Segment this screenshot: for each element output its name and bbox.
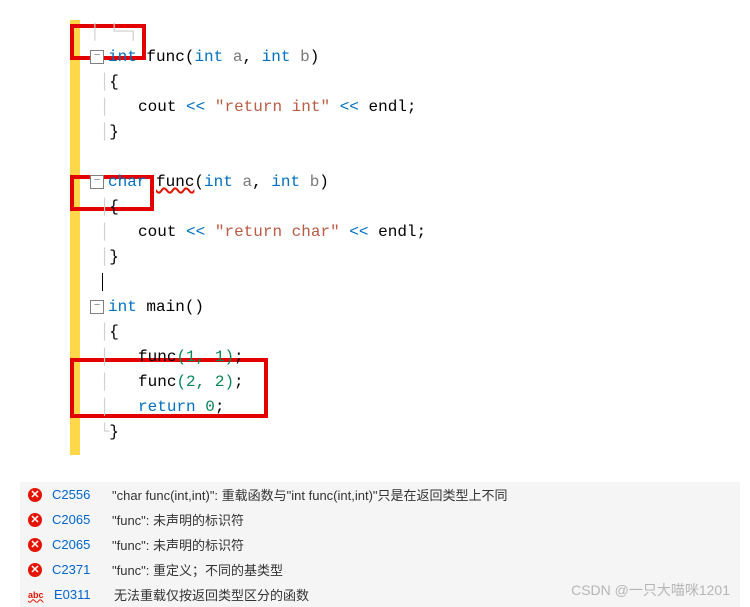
error-message: "func": 未声明的标识符: [112, 510, 244, 529]
code-line: └}: [90, 420, 750, 445]
fold-icon[interactable]: −: [90, 50, 104, 64]
code-line: │ func(1, 1);: [90, 345, 750, 370]
code-line: │ return 0;: [90, 395, 750, 420]
error-icon: ✕: [28, 488, 42, 502]
code-line: −int main(): [90, 295, 750, 320]
code-line: │ func(2, 2);: [90, 370, 750, 395]
code-line: │{: [90, 195, 750, 220]
error-icon: ✕: [28, 513, 42, 527]
code-line: │ cout << "return int" << endl;: [90, 95, 750, 120]
code-content[interactable]: │ └─┐ −int func(int a, int b) │{ │ cout …: [90, 20, 750, 445]
code-line: │}: [90, 120, 750, 145]
error-message: "char func(int,int)": 重载函数与"int func(int…: [112, 485, 508, 504]
code-line: │ cout << "return char" << endl;: [90, 220, 750, 245]
error-row[interactable]: ✕ C2556 "char func(int,int)": 重载函数与"int …: [20, 482, 740, 507]
intellisense-icon: abc: [28, 588, 44, 602]
error-row[interactable]: abc E0311 无法重载仅按返回类型区分的函数: [20, 582, 740, 607]
error-icon: ✕: [28, 563, 42, 577]
error-row[interactable]: ✕ C2065 "func": 未声明的标识符: [20, 532, 740, 557]
error-message: "func": 重定义；不同的基类型: [112, 560, 283, 579]
code-line: │{: [90, 70, 750, 95]
text-cursor: [102, 273, 103, 291]
code-line: −char func(int a, int b): [90, 170, 750, 195]
code-line: [90, 145, 750, 170]
error-row[interactable]: ✕ C2371 "func": 重定义；不同的基类型: [20, 557, 740, 582]
error-code: E0311: [54, 587, 104, 602]
fold-icon[interactable]: −: [90, 175, 104, 189]
error-code: C2065: [52, 537, 102, 552]
fold-icon[interactable]: −: [90, 300, 104, 314]
error-code: C2371: [52, 562, 102, 577]
error-message: "func": 未声明的标识符: [112, 535, 244, 554]
error-code: C2556: [52, 487, 102, 502]
error-code: C2065: [52, 512, 102, 527]
error-list[interactable]: ✕ C2556 "char func(int,int)": 重载函数与"int …: [20, 482, 740, 607]
code-line: −int func(int a, int b): [90, 45, 750, 70]
error-icon: ✕: [28, 538, 42, 552]
error-row[interactable]: ✕ C2065 "func": 未声明的标识符: [20, 507, 740, 532]
code-line: [90, 270, 750, 295]
code-line: │{: [90, 320, 750, 345]
code-editor[interactable]: │ └─┐ −int func(int a, int b) │{ │ cout …: [0, 0, 750, 465]
code-line: │}: [90, 245, 750, 270]
change-gutter: [70, 20, 80, 455]
code-line: │ └─┐: [90, 20, 750, 45]
error-message: 无法重载仅按返回类型区分的函数: [114, 585, 309, 604]
